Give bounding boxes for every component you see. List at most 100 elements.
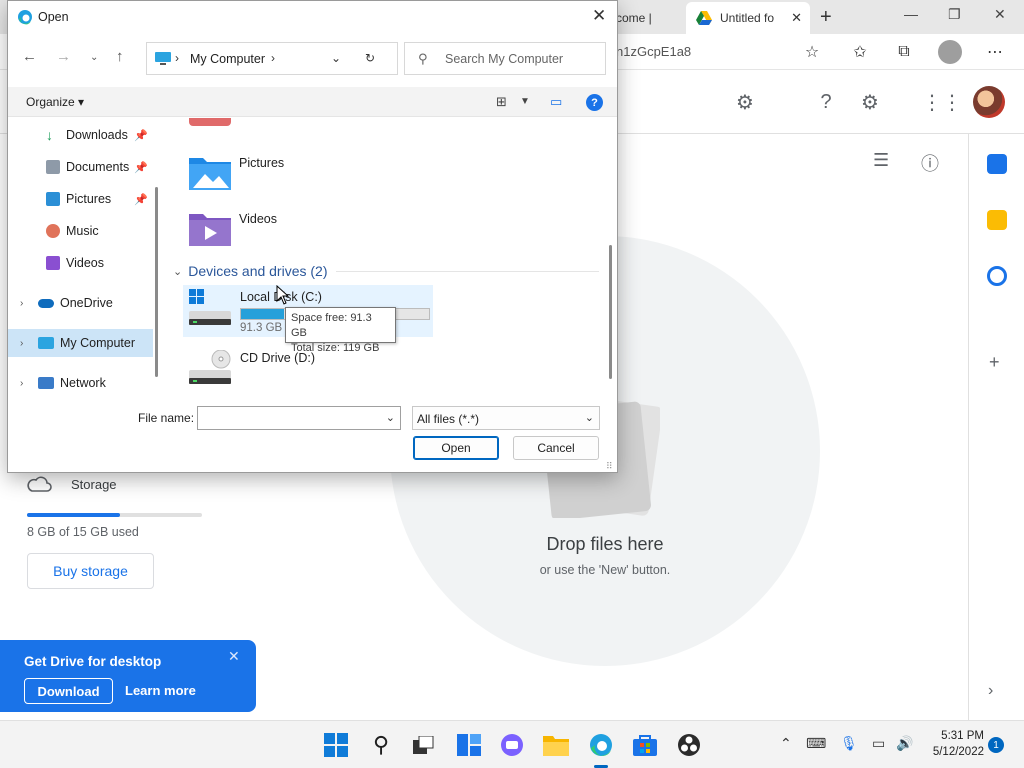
notification-badge[interactable]: 1	[988, 737, 1004, 753]
breadcrumb-separator-icon[interactable]: ›	[271, 51, 275, 65]
nav-item-my-computer[interactable]: › My Computer	[8, 329, 153, 357]
volume-icon[interactable]: 🔊	[896, 735, 913, 752]
nav-item-label: Pictures	[66, 192, 112, 206]
store-icon[interactable]	[631, 731, 659, 759]
edge-browser-icon[interactable]	[587, 731, 615, 759]
up-arrow-icon[interactable]: ↑	[116, 48, 124, 65]
collapse-chevron-icon[interactable]: ⌄	[173, 265, 182, 278]
expand-chevron-icon[interactable]: ›	[20, 338, 23, 349]
cancel-button[interactable]: Cancel	[513, 436, 599, 460]
obs-icon[interactable]	[675, 731, 703, 759]
drive-tooltip: Space free: 91.3 GB Total size: 119 GB	[285, 307, 396, 354]
buy-storage-button[interactable]: Buy storage	[27, 553, 154, 589]
breadcrumb-separator-icon[interactable]: ›	[175, 51, 179, 65]
nav-item-documents[interactable]: Documents 📌	[8, 153, 153, 181]
add-favorite-icon[interactable]: ☆	[800, 40, 824, 64]
breadcrumb-location[interactable]: My Computer	[190, 52, 265, 66]
favorites-icon[interactable]: ✩	[848, 40, 872, 64]
chevron-down-icon[interactable]: ⌄	[331, 51, 341, 65]
folder-item-videos[interactable]: Videos	[189, 210, 589, 258]
nav-item-videos[interactable]: Videos	[8, 249, 153, 277]
profile-avatar[interactable]	[938, 40, 962, 64]
new-tab-button[interactable]: +	[820, 6, 832, 29]
preview-pane-icon[interactable]: ▭	[550, 94, 562, 110]
folder-item-pictures[interactable]: Pictures	[189, 154, 589, 202]
search-icon[interactable]: ⚲	[367, 731, 395, 759]
system-clock[interactable]: 5:31 PM 5/12/2022	[922, 728, 984, 760]
drive-capacity-fill	[241, 309, 285, 319]
chevron-right-icon[interactable]: ›	[988, 682, 993, 700]
storage-label[interactable]: Storage	[71, 477, 117, 492]
expand-chevron-icon[interactable]: ›	[20, 378, 23, 389]
nav-item-downloads[interactable]: ↓ Downloads 📌	[8, 121, 153, 149]
close-window-icon[interactable]: ✕	[994, 6, 1006, 23]
help-icon[interactable]: ?	[586, 94, 603, 111]
search-options-icon[interactable]: ⚙	[731, 88, 759, 116]
close-tab-icon[interactable]: ✕	[791, 10, 802, 26]
task-view-icon[interactable]	[410, 731, 438, 759]
onedrive-icon	[38, 298, 54, 308]
collections-icon[interactable]: ⧉	[892, 40, 916, 64]
pin-icon[interactable]: 📌	[134, 161, 148, 174]
more-icon[interactable]: ⋯	[983, 40, 1007, 64]
calendar-icon[interactable]	[987, 154, 1007, 174]
url-text[interactable]: n1zGcpE1a8	[616, 44, 691, 59]
close-icon[interactable]: ✕	[228, 648, 240, 665]
chevron-down-icon[interactable]: ⌄	[585, 411, 594, 424]
chevron-up-icon[interactable]: ⌃	[780, 735, 792, 752]
keyboard-icon[interactable]: ⌨	[806, 735, 826, 752]
close-icon[interactable]: ✕	[592, 6, 606, 26]
tasks-icon[interactable]	[987, 266, 1007, 286]
expand-chevron-icon[interactable]: ›	[20, 298, 23, 309]
address-breadcrumb[interactable]: › My Computer › ⌄ ↻	[146, 42, 398, 75]
resize-grip-icon[interactable]: ⠿	[606, 461, 613, 472]
help-icon[interactable]: ?	[812, 88, 840, 116]
refresh-icon[interactable]: ↻	[365, 51, 375, 65]
pin-icon[interactable]: 📌	[134, 193, 148, 206]
music-icon	[46, 224, 60, 238]
settings-icon[interactable]: ⚙	[856, 88, 884, 116]
info-icon[interactable]: ⓘ	[921, 150, 945, 174]
dialog-titlebar[interactable]: Open ✕	[8, 1, 617, 33]
search-input[interactable]: ⚲ Search My Computer	[404, 42, 606, 75]
nav-item-label: Videos	[66, 256, 104, 270]
back-arrow-icon[interactable]: ←	[22, 48, 37, 65]
organize-menu[interactable]: Organize ▾	[26, 95, 84, 109]
open-button[interactable]: Open	[413, 436, 499, 460]
minimize-icon[interactable]: —	[904, 6, 918, 22]
file-name-field[interactable]: ⌄	[197, 406, 401, 430]
forward-arrow-icon[interactable]: →	[56, 48, 71, 65]
widgets-icon[interactable]	[455, 731, 483, 759]
recent-locations-icon[interactable]: ⌄	[90, 52, 98, 63]
microphone-icon[interactable]: 🎙	[840, 735, 858, 752]
nav-scrollbar[interactable]	[155, 187, 158, 377]
nav-item-onedrive[interactable]: › OneDrive	[8, 289, 153, 317]
add-addon-icon[interactable]: +	[989, 352, 1000, 373]
start-button[interactable]	[322, 731, 350, 759]
devices-group-header[interactable]: ⌄ Devices and drives (2)	[173, 263, 599, 279]
chevron-down-icon[interactable]: ⌄	[386, 411, 395, 424]
view-options-icon[interactable]: ⊞	[496, 94, 507, 110]
navigation-pane: ↓ Downloads 📌 Documents 📌 Pictures 📌 Mus…	[8, 118, 156, 398]
pin-icon[interactable]: 📌	[134, 129, 148, 142]
content-scrollbar[interactable]	[609, 245, 612, 379]
tab-active[interactable]: Untitled fo ✕	[686, 2, 810, 34]
account-avatar[interactable]	[973, 86, 1005, 118]
tab-background[interactable]: come |	[612, 2, 684, 34]
network-icon[interactable]: ▭	[872, 735, 885, 752]
learn-more-link[interactable]: Learn more	[125, 683, 196, 698]
restore-icon[interactable]: ❐	[948, 6, 961, 23]
file-explorer-icon[interactable]	[542, 731, 570, 759]
download-button[interactable]: Download	[24, 678, 113, 704]
nav-item-music[interactable]: Music	[8, 217, 153, 245]
search-icon: ⚲	[418, 51, 428, 66]
list-view-icon[interactable]: ☰	[873, 150, 897, 170]
videos-folder-icon	[189, 214, 231, 246]
chevron-down-icon[interactable]: ▼	[520, 96, 530, 107]
apps-grid-icon[interactable]: ⋮⋮	[922, 88, 962, 116]
nav-item-pictures[interactable]: Pictures 📌	[8, 185, 153, 213]
keep-icon[interactable]	[987, 210, 1007, 230]
chat-icon[interactable]	[498, 731, 526, 759]
nav-item-network[interactable]: › Network	[8, 369, 153, 397]
file-type-select[interactable]: All files (*.*) ⌄	[412, 406, 600, 430]
